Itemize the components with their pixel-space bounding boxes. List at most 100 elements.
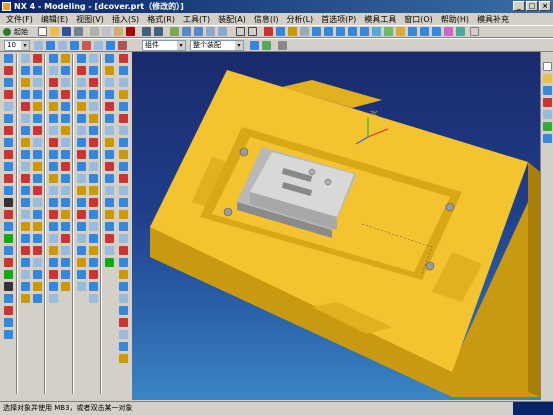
palette-tool-icon[interactable] xyxy=(105,150,114,159)
layer-icon[interactable] xyxy=(456,27,465,36)
palette-tool-icon[interactable] xyxy=(33,114,42,123)
palette-tool-icon[interactable] xyxy=(119,174,128,183)
palette-tool-icon[interactable] xyxy=(77,186,86,195)
palette-tool-icon[interactable] xyxy=(61,234,70,243)
palette-tool-icon[interactable] xyxy=(119,102,128,111)
palette-tool-icon[interactable] xyxy=(105,78,114,87)
palette-tool-icon[interactable] xyxy=(77,102,86,111)
palette-tool-icon[interactable] xyxy=(61,138,70,147)
palette-tool-icon[interactable] xyxy=(119,234,128,243)
wireframe-icon[interactable] xyxy=(264,27,273,36)
groove-icon[interactable] xyxy=(4,174,13,183)
section-icon[interactable] xyxy=(444,27,453,36)
menu-window[interactable]: 窗口(O) xyxy=(400,14,437,25)
palette-tool-icon[interactable] xyxy=(77,114,86,123)
palette-tool-icon[interactable] xyxy=(61,126,70,135)
sew-icon[interactable] xyxy=(4,282,13,291)
palette-tool-icon[interactable] xyxy=(119,78,128,87)
palette-tool-icon[interactable] xyxy=(21,90,30,99)
palette-tool-icon[interactable] xyxy=(105,198,114,207)
subtract-icon[interactable] xyxy=(4,258,13,267)
layer-dropdown[interactable]: 10 ▾ xyxy=(4,40,30,51)
tube-icon[interactable] xyxy=(4,222,13,231)
palette-tool-icon[interactable] xyxy=(119,318,128,327)
menu-analysis[interactable]: 分析(L) xyxy=(282,14,317,25)
palette-tool-icon[interactable] xyxy=(21,234,30,243)
palette-tool-icon[interactable] xyxy=(77,282,86,291)
revolve-icon[interactable] xyxy=(4,198,13,207)
palette-tool-icon[interactable] xyxy=(33,186,42,195)
menu-tools[interactable]: 工具(T) xyxy=(179,14,214,25)
copy-icon[interactable] xyxy=(102,27,111,36)
palette-tool-icon[interactable] xyxy=(33,66,42,75)
layer-settings-icon[interactable] xyxy=(34,41,43,50)
palette-tool-icon[interactable] xyxy=(49,150,58,159)
measure-icon[interactable] xyxy=(248,27,257,36)
color-icon[interactable] xyxy=(82,41,91,50)
rotate-icon[interactable] xyxy=(218,27,227,36)
palette-tool-icon[interactable] xyxy=(49,294,58,303)
graphics-viewport[interactable]: XC ZC YC xyxy=(132,52,540,400)
palette-tool-icon[interactable] xyxy=(105,126,114,135)
palette-tool-icon[interactable] xyxy=(61,210,70,219)
patch-icon[interactable] xyxy=(4,294,13,303)
cylinder-icon[interactable] xyxy=(4,78,13,87)
palette-tool-icon[interactable] xyxy=(33,174,42,183)
translucency-icon[interactable] xyxy=(94,41,103,50)
palette-tool-icon[interactable] xyxy=(33,78,42,87)
select-all-icon[interactable] xyxy=(118,41,127,50)
palette-tool-icon[interactable] xyxy=(77,270,86,279)
palette-tool-icon[interactable] xyxy=(61,246,70,255)
palette-tool-icon[interactable] xyxy=(89,138,98,147)
start-button[interactable]: 起始 xyxy=(3,27,28,37)
palette-tool-icon[interactable] xyxy=(21,246,30,255)
history-icon[interactable] xyxy=(543,98,552,107)
type-filter-dropdown[interactable]: 组件 ▾ xyxy=(142,40,186,51)
palette-tool-icon[interactable] xyxy=(21,54,30,63)
cut-icon[interactable] xyxy=(90,27,99,36)
palette-tool-icon[interactable] xyxy=(33,258,42,267)
delete-icon[interactable] xyxy=(126,27,135,36)
palette-tool-icon[interactable] xyxy=(33,282,42,291)
palette-tool-icon[interactable] xyxy=(33,270,42,279)
sweep-icon[interactable] xyxy=(4,210,13,219)
palette-tool-icon[interactable] xyxy=(105,258,114,267)
web-browser-icon[interactable] xyxy=(543,122,552,131)
palette-tool-icon[interactable] xyxy=(33,246,42,255)
palette-tool-icon[interactable] xyxy=(49,234,58,243)
pad-icon[interactable] xyxy=(4,138,13,147)
palette-tool-icon[interactable] xyxy=(33,222,42,231)
palette-tool-icon[interactable] xyxy=(89,150,98,159)
palette-tool-icon[interactable] xyxy=(49,186,58,195)
menu-preferences[interactable]: 首选项(P) xyxy=(317,14,360,25)
roles-icon[interactable] xyxy=(543,134,552,143)
sphere-icon[interactable] xyxy=(4,102,13,111)
palette-tool-icon[interactable] xyxy=(89,198,98,207)
palette-tool-icon[interactable] xyxy=(89,78,98,87)
palette-tool-icon[interactable] xyxy=(61,198,70,207)
palette-tool-icon[interactable] xyxy=(21,282,30,291)
palette-tool-icon[interactable] xyxy=(21,114,30,123)
snap-point-icon[interactable] xyxy=(250,41,259,50)
palette-tool-icon[interactable] xyxy=(89,66,98,75)
palette-tool-icon[interactable] xyxy=(49,210,58,219)
boss-icon[interactable] xyxy=(4,114,13,123)
palette-tool-icon[interactable] xyxy=(105,174,114,183)
palette-tool-icon[interactable] xyxy=(119,162,128,171)
palette-tool-icon[interactable] xyxy=(77,126,86,135)
palette-tool-icon[interactable] xyxy=(89,222,98,231)
split-body-icon[interactable] xyxy=(4,318,13,327)
palette-tool-icon[interactable] xyxy=(21,78,30,87)
palette-tool-icon[interactable] xyxy=(105,246,114,255)
palette-tool-icon[interactable] xyxy=(119,138,128,147)
palette-tool-icon[interactable] xyxy=(61,282,70,291)
save-icon[interactable] xyxy=(62,27,71,36)
palette-tool-icon[interactable] xyxy=(61,78,70,87)
palette-tool-icon[interactable] xyxy=(33,150,42,159)
print-icon[interactable] xyxy=(74,27,83,36)
palette-tool-icon[interactable] xyxy=(77,246,86,255)
toolbar-options-icon[interactable] xyxy=(470,27,479,36)
menu-information[interactable]: 信息(I) xyxy=(250,14,283,25)
menu-file[interactable]: 文件(F) xyxy=(2,14,37,25)
palette-tool-icon[interactable] xyxy=(89,102,98,111)
